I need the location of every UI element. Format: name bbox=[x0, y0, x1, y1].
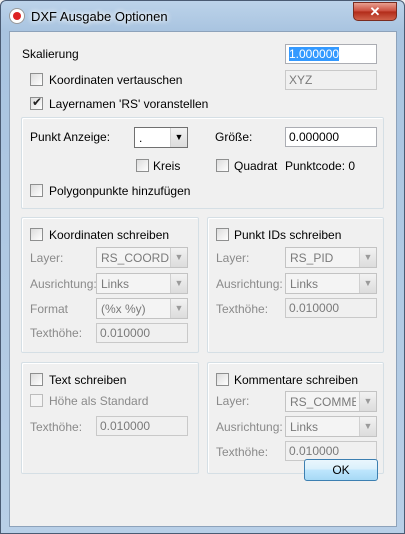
koordinaten-ausrichtung-select[interactable]: Links ▼ bbox=[96, 273, 188, 294]
punkt-anzeige-select[interactable]: . ▼ bbox=[134, 127, 188, 148]
text-schreiben-label: Text schreiben bbox=[49, 373, 127, 387]
koordinaten-vertauschen-checkbox[interactable] bbox=[30, 73, 43, 86]
quadrat-checkbox[interactable] bbox=[216, 159, 229, 172]
koordinaten-format-value: (%x %y) bbox=[101, 302, 146, 316]
kommentare-texthoehe-label: Texthöhe: bbox=[216, 445, 269, 459]
punkt-ids-ausrichtung-value: Links bbox=[290, 277, 319, 291]
punkt-ids-ausrichtung-select[interactable]: Links ▼ bbox=[285, 273, 377, 294]
punkt-ids-ausrichtung-label: Ausrichtung: bbox=[216, 277, 283, 291]
groesse-input[interactable]: 0.000000 bbox=[285, 127, 377, 147]
kommentare-ausrichtung-value: Links bbox=[290, 420, 319, 434]
punkt-ids-layer-select[interactable]: RS_PID ▼ bbox=[285, 247, 377, 268]
title-bar[interactable]: DXF Ausgabe Optionen ✕ bbox=[1, 1, 404, 31]
koordinaten-vertauschen-label: Koordinaten vertauschen bbox=[49, 73, 183, 87]
quadrat-label: Quadrat bbox=[234, 159, 278, 173]
kommentare-layer-label: Layer: bbox=[216, 394, 250, 408]
kommentare-label: Kommentare schreiben bbox=[234, 373, 359, 387]
app-icon bbox=[9, 8, 25, 24]
chevron-down-icon: ▼ bbox=[170, 299, 187, 318]
achsen-reihenfolge-input[interactable]: XYZ bbox=[285, 70, 377, 90]
layernamen-label: Layernamen 'RS' voranstellen bbox=[49, 97, 209, 111]
kommentare-layer-select[interactable]: RS_COMMENT ▼ bbox=[285, 391, 377, 412]
skalierung-input[interactable]: 1.000000 bbox=[285, 44, 377, 64]
kreis-checkbox[interactable] bbox=[136, 159, 149, 172]
kommentare-layer-value: RS_COMMENT bbox=[290, 395, 356, 409]
chevron-down-icon: ▼ bbox=[359, 274, 376, 293]
dialog-client-area: Skalierung 1.000000 Koordinaten vertausc… bbox=[9, 31, 397, 527]
koordinaten-schreiben-label: Koordinaten schreiben bbox=[49, 228, 170, 242]
text-schreiben-checkbox[interactable] bbox=[30, 373, 43, 386]
punkt-ids-label: Punkt IDs schreiben bbox=[234, 228, 342, 242]
hoehe-standard-checkbox[interactable] bbox=[30, 394, 43, 407]
kommentare-ausrichtung-label: Ausrichtung: bbox=[216, 420, 283, 434]
koordinaten-texthoehe-input[interactable]: 0.010000 bbox=[96, 323, 188, 343]
layernamen-checkbox[interactable] bbox=[30, 95, 43, 110]
kreis-label: Kreis bbox=[153, 159, 181, 173]
punkt-ids-checkbox[interactable] bbox=[216, 228, 229, 241]
koordinaten-texthoehe-label: Texthöhe: bbox=[30, 326, 83, 340]
chevron-down-icon: ▼ bbox=[359, 417, 376, 436]
kommentare-checkbox[interactable] bbox=[216, 373, 229, 386]
ok-button[interactable]: OK bbox=[304, 459, 378, 481]
koordinaten-layer-select[interactable]: RS_COORD ▼ bbox=[96, 247, 188, 268]
text-texthoehe-label: Texthöhe: bbox=[30, 420, 83, 434]
groesse-label: Größe: bbox=[215, 130, 253, 144]
chevron-down-icon: ▼ bbox=[359, 392, 376, 411]
chevron-down-icon: ▼ bbox=[170, 248, 187, 267]
text-texthoehe-input[interactable]: 0.010000 bbox=[96, 416, 188, 436]
skalierung-value: 1.000000 bbox=[289, 47, 340, 61]
koordinaten-layer-label: Layer: bbox=[30, 251, 64, 265]
punktcode-label: Punktcode: 0 bbox=[285, 159, 356, 173]
chevron-down-icon: ▼ bbox=[359, 248, 376, 267]
chevron-down-icon: ▼ bbox=[170, 128, 187, 147]
chevron-down-icon: ▼ bbox=[170, 274, 187, 293]
koordinaten-schreiben-checkbox[interactable] bbox=[30, 228, 43, 241]
dialog-window: DXF Ausgabe Optionen ✕ Skalierung 1.0000… bbox=[0, 0, 405, 534]
koordinaten-format-select[interactable]: (%x %y) ▼ bbox=[96, 298, 188, 319]
koordinaten-format-label: Format bbox=[30, 302, 69, 316]
koordinaten-layer-value: RS_COORD bbox=[101, 251, 170, 265]
close-button[interactable]: ✕ bbox=[353, 2, 397, 21]
punkt-ids-layer-value: RS_PID bbox=[290, 251, 334, 265]
koordinaten-ausrichtung-value: Links bbox=[101, 277, 130, 291]
kommentare-ausrichtung-select[interactable]: Links ▼ bbox=[285, 416, 377, 437]
polygonpunkte-label: Polygonpunkte hinzufügen bbox=[49, 184, 191, 198]
window-title: DXF Ausgabe Optionen bbox=[31, 9, 168, 24]
skalierung-label: Skalierung bbox=[22, 47, 79, 61]
punkt-ids-texthoehe-input[interactable]: 0.010000 bbox=[285, 298, 377, 318]
polygonpunkte-checkbox[interactable] bbox=[30, 184, 43, 197]
koordinaten-ausrichtung-label: Ausrichtung: bbox=[30, 277, 97, 291]
punkt-anzeige-label: Punkt Anzeige: bbox=[30, 130, 111, 144]
punkt-anzeige-value: . bbox=[139, 131, 143, 145]
hoehe-standard-label: Höhe als Standard bbox=[49, 394, 149, 408]
punkt-ids-texthoehe-label: Texthöhe: bbox=[216, 302, 269, 316]
kommentare-texthoehe-input[interactable]: 0.010000 bbox=[285, 441, 377, 461]
punkt-ids-layer-label: Layer: bbox=[216, 251, 250, 265]
